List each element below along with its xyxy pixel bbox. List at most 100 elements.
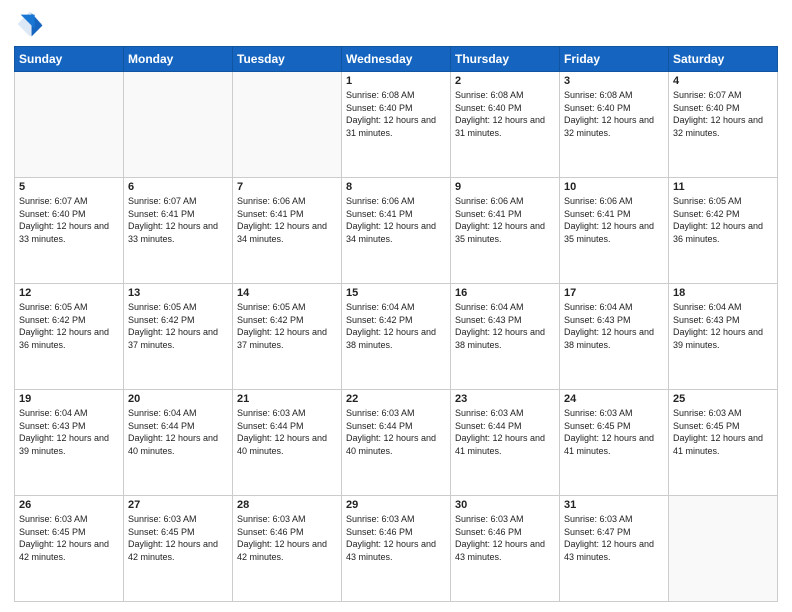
calendar-cell: 17 Sunrise: 6:04 AMSunset: 6:43 PMDayligh… [560, 284, 669, 390]
calendar-cell: 16 Sunrise: 6:04 AMSunset: 6:43 PMDayligh… [451, 284, 560, 390]
day-info: Sunrise: 6:05 AMSunset: 6:42 PMDaylight:… [237, 301, 337, 351]
day-info: Sunrise: 6:06 AMSunset: 6:41 PMDaylight:… [237, 195, 337, 245]
day-info: Sunrise: 6:08 AMSunset: 6:40 PMDaylight:… [346, 89, 446, 139]
day-number: 24 [564, 393, 664, 405]
day-info: Sunrise: 6:07 AMSunset: 6:40 PMDaylight:… [673, 89, 773, 139]
calendar-cell: 31 Sunrise: 6:03 AMSunset: 6:47 PMDayligh… [560, 496, 669, 602]
day-number: 21 [237, 393, 337, 405]
calendar-cell: 8 Sunrise: 6:06 AMSunset: 6:41 PMDaylight… [342, 178, 451, 284]
day-number: 6 [128, 181, 228, 193]
weekday-header-monday: Monday [124, 47, 233, 72]
day-info: Sunrise: 6:05 AMSunset: 6:42 PMDaylight:… [128, 301, 228, 351]
calendar-cell: 4 Sunrise: 6:07 AMSunset: 6:40 PMDaylight… [669, 72, 778, 178]
logo-icon [16, 10, 44, 38]
weekday-header-friday: Friday [560, 47, 669, 72]
calendar-cell: 12 Sunrise: 6:05 AMSunset: 6:42 PMDayligh… [15, 284, 124, 390]
day-info: Sunrise: 6:06 AMSunset: 6:41 PMDaylight:… [564, 195, 664, 245]
day-number: 4 [673, 75, 773, 87]
day-number: 30 [455, 499, 555, 511]
calendar-cell: 5Sunrise: 6:07 AMSunset: 6:40 PMDaylight… [15, 178, 124, 284]
week-row-3: 12 Sunrise: 6:05 AMSunset: 6:42 PMDayligh… [15, 284, 778, 390]
day-info: Sunrise: 6:04 AMSunset: 6:44 PMDaylight:… [128, 407, 228, 457]
day-info: Sunrise: 6:07 AMSunset: 6:41 PMDaylight:… [128, 195, 228, 245]
calendar-cell: 18 Sunrise: 6:04 AMSunset: 6:43 PMDayligh… [669, 284, 778, 390]
week-row-2: 5Sunrise: 6:07 AMSunset: 6:40 PMDaylight… [15, 178, 778, 284]
calendar-cell: 2Sunrise: 6:08 AMSunset: 6:40 PMDaylight… [451, 72, 560, 178]
day-number: 23 [455, 393, 555, 405]
calendar-cell: 15Sunrise: 6:04 AMSunset: 6:42 PMDayligh… [342, 284, 451, 390]
day-number: 12 [19, 287, 119, 299]
day-info: Sunrise: 6:06 AMSunset: 6:41 PMDaylight:… [346, 195, 446, 245]
weekday-header-sunday: Sunday [15, 47, 124, 72]
calendar-cell: 20 Sunrise: 6:04 AMSunset: 6:44 PMDayligh… [124, 390, 233, 496]
weekday-header-wednesday: Wednesday [342, 47, 451, 72]
calendar-cell: 23 Sunrise: 6:03 AMSunset: 6:44 PMDayligh… [451, 390, 560, 496]
calendar-cell: 27 Sunrise: 6:03 AMSunset: 6:45 PMDayligh… [124, 496, 233, 602]
calendar-cell: 28 Sunrise: 6:03 AMSunset: 6:46 PMDayligh… [233, 496, 342, 602]
day-number: 28 [237, 499, 337, 511]
day-info: Sunrise: 6:03 AMSunset: 6:46 PMDaylight:… [237, 513, 337, 563]
calendar-cell: 26 Sunrise: 6:03 AMSunset: 6:45 PMDayligh… [15, 496, 124, 602]
day-number: 31 [564, 499, 664, 511]
header [14, 10, 778, 38]
day-number: 26 [19, 499, 119, 511]
day-info: Sunrise: 6:08 AMSunset: 6:40 PMDaylight:… [564, 89, 664, 139]
day-info: Sunrise: 6:06 AMSunset: 6:41 PMDaylight:… [455, 195, 555, 245]
day-info: Sunrise: 6:03 AMSunset: 6:45 PMDaylight:… [673, 407, 773, 457]
day-number: 18 [673, 287, 773, 299]
week-row-1: 1 Sunrise: 6:08 AMSunset: 6:40 PMDaylight… [15, 72, 778, 178]
day-number: 9 [455, 181, 555, 193]
calendar-cell [233, 72, 342, 178]
weekday-header-thursday: Thursday [451, 47, 560, 72]
calendar-cell: 10 Sunrise: 6:06 AMSunset: 6:41 PMDayligh… [560, 178, 669, 284]
day-info: Sunrise: 6:03 AMSunset: 6:46 PMDaylight:… [455, 513, 555, 563]
calendar-cell: 22 Sunrise: 6:03 AMSunset: 6:44 PMDayligh… [342, 390, 451, 496]
day-number: 2 [455, 75, 555, 87]
day-info: Sunrise: 6:04 AMSunset: 6:43 PMDaylight:… [673, 301, 773, 351]
day-info: Sunrise: 6:03 AMSunset: 6:46 PMDaylight:… [346, 513, 446, 563]
day-number: 14 [237, 287, 337, 299]
calendar-cell: 24Sunrise: 6:03 AMSunset: 6:45 PMDayligh… [560, 390, 669, 496]
day-info: Sunrise: 6:05 AMSunset: 6:42 PMDaylight:… [19, 301, 119, 351]
calendar-cell: 30 Sunrise: 6:03 AMSunset: 6:46 PMDayligh… [451, 496, 560, 602]
day-info: Sunrise: 6:04 AMSunset: 6:43 PMDaylight:… [19, 407, 119, 457]
day-number: 1 [346, 75, 446, 87]
weekday-header-saturday: Saturday [669, 47, 778, 72]
day-number: 10 [564, 181, 664, 193]
day-number: 19 [19, 393, 119, 405]
weekday-header-tuesday: Tuesday [233, 47, 342, 72]
day-info: Sunrise: 6:03 AMSunset: 6:47 PMDaylight:… [564, 513, 664, 563]
week-row-4: 19 Sunrise: 6:04 AMSunset: 6:43 PMDayligh… [15, 390, 778, 496]
calendar-cell [669, 496, 778, 602]
calendar-cell: 11 Sunrise: 6:05 AMSunset: 6:42 PMDayligh… [669, 178, 778, 284]
calendar-cell: 9 Sunrise: 6:06 AMSunset: 6:41 PMDaylight… [451, 178, 560, 284]
day-info: Sunrise: 6:03 AMSunset: 6:45 PMDaylight:… [19, 513, 119, 563]
day-number: 27 [128, 499, 228, 511]
day-number: 17 [564, 287, 664, 299]
day-info: Sunrise: 6:03 AMSunset: 6:44 PMDaylight:… [346, 407, 446, 457]
day-number: 25 [673, 393, 773, 405]
day-number: 16 [455, 287, 555, 299]
logo [14, 10, 48, 38]
day-number: 13 [128, 287, 228, 299]
week-row-5: 26 Sunrise: 6:03 AMSunset: 6:45 PMDayligh… [15, 496, 778, 602]
day-number: 8 [346, 181, 446, 193]
calendar-cell [15, 72, 124, 178]
calendar-cell: 3 Sunrise: 6:08 AMSunset: 6:40 PMDaylight… [560, 72, 669, 178]
day-number: 20 [128, 393, 228, 405]
calendar-cell: 14 Sunrise: 6:05 AMSunset: 6:42 PMDayligh… [233, 284, 342, 390]
day-info: Sunrise: 6:03 AMSunset: 6:45 PMDaylight:… [128, 513, 228, 563]
day-info: Sunrise: 6:05 AMSunset: 6:42 PMDaylight:… [673, 195, 773, 245]
page: SundayMondayTuesdayWednesdayThursdayFrid… [0, 0, 792, 612]
day-number: 3 [564, 75, 664, 87]
day-info: Sunrise: 6:03 AMSunset: 6:44 PMDaylight:… [455, 407, 555, 457]
day-number: 11 [673, 181, 773, 193]
calendar-cell: 19 Sunrise: 6:04 AMSunset: 6:43 PMDayligh… [15, 390, 124, 496]
day-info: Sunrise: 6:04 AMSunset: 6:43 PMDaylight:… [455, 301, 555, 351]
day-info: Sunrise: 6:04 AMSunset: 6:43 PMDaylight:… [564, 301, 664, 351]
calendar-cell: 21Sunrise: 6:03 AMSunset: 6:44 PMDayligh… [233, 390, 342, 496]
day-info: Sunrise: 6:04 AMSunset: 6:42 PMDaylight:… [346, 301, 446, 351]
calendar-cell [124, 72, 233, 178]
calendar-cell: 13 Sunrise: 6:05 AMSunset: 6:42 PMDayligh… [124, 284, 233, 390]
day-number: 22 [346, 393, 446, 405]
